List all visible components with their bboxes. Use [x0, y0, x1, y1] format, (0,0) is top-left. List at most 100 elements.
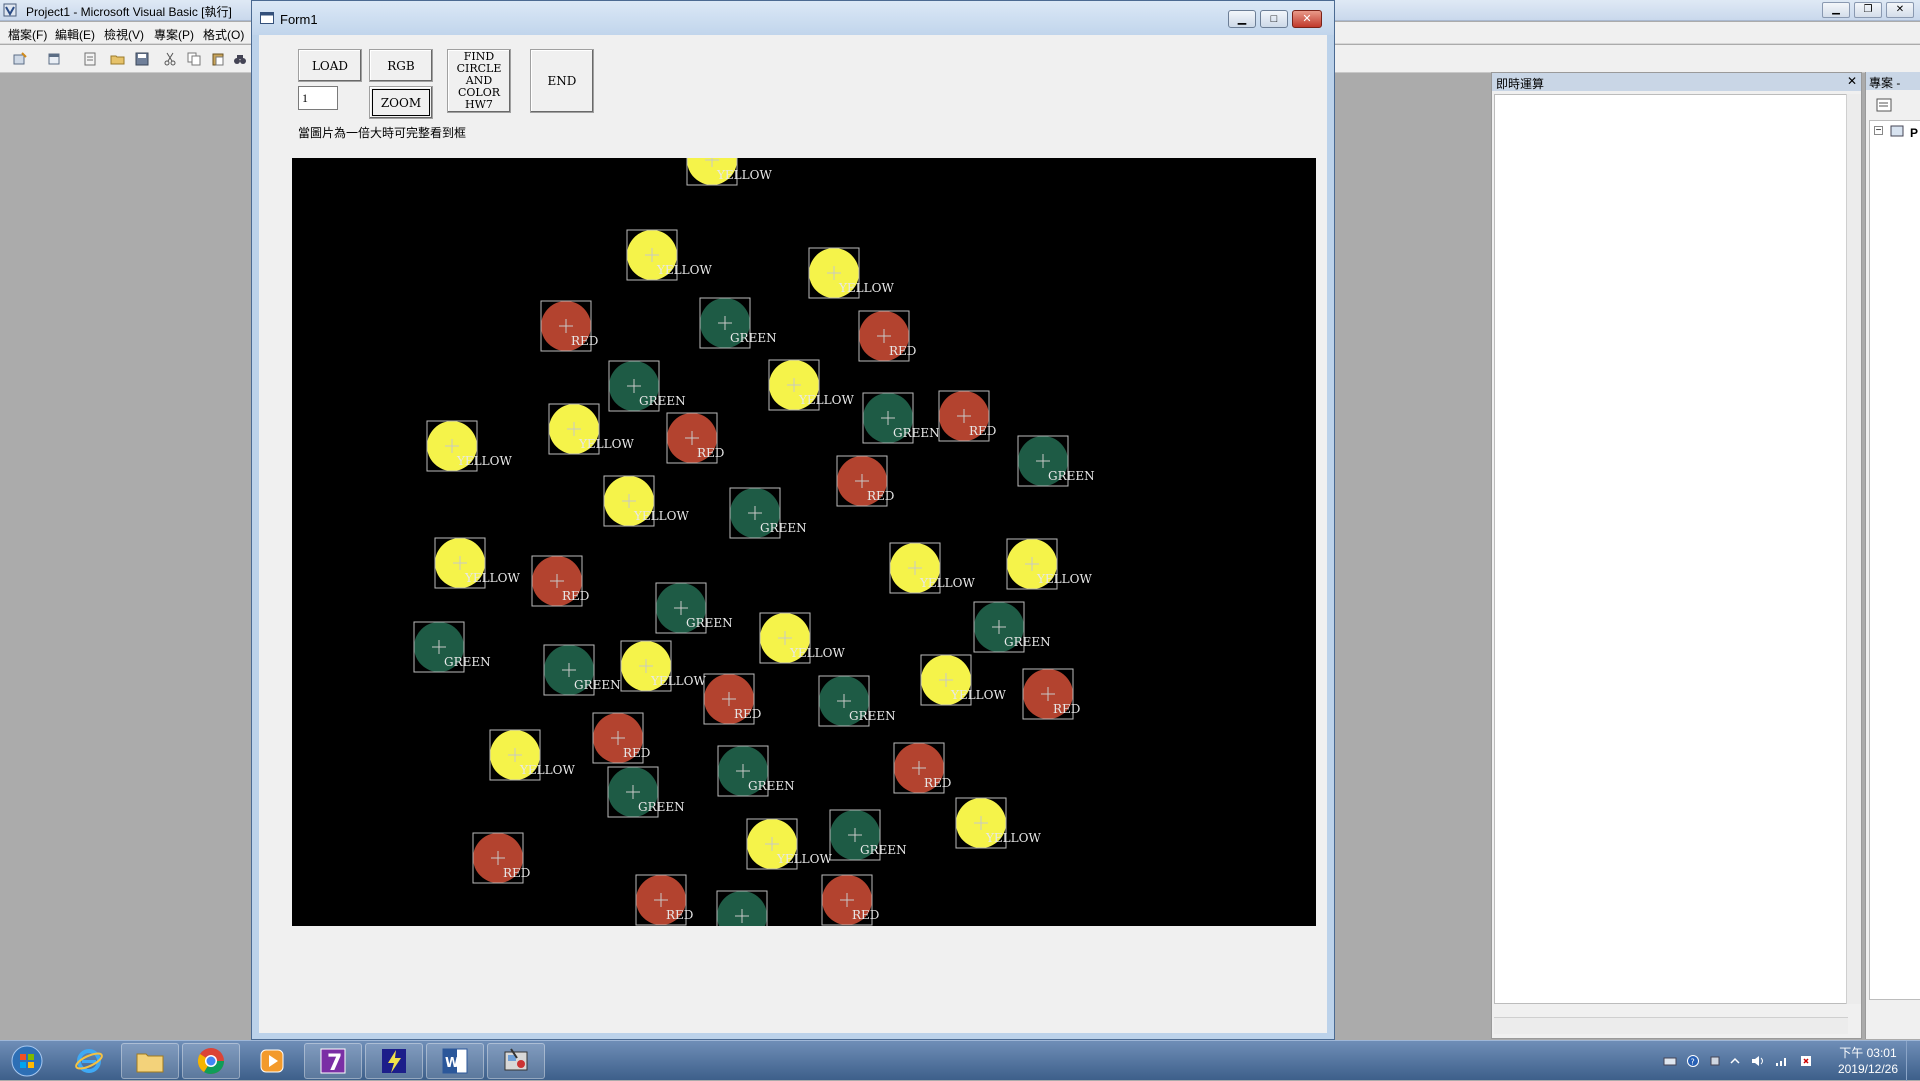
- help-tray-icon[interactable]: ?: [1686, 1055, 1700, 1067]
- detected-circle: GREEN: [717, 745, 795, 797]
- find-icon[interactable]: [232, 51, 248, 67]
- load-button[interactable]: LOAD: [298, 49, 362, 82]
- circle-color-label: RED: [852, 908, 879, 922]
- visual-basic-taskbar-icon: [504, 1048, 528, 1071]
- circle-color-label: YELLOW: [578, 437, 634, 451]
- system-clock[interactable]: 下午 03:01 2019/12/26: [1838, 1045, 1898, 1077]
- close-button[interactable]: ✕: [1886, 2, 1914, 18]
- menu-project[interactable]: 專案(P): [154, 26, 194, 43]
- menu-format[interactable]: 格式(O): [203, 26, 244, 43]
- show-hidden-icons[interactable]: [1728, 1055, 1742, 1067]
- detected-circle: YELLOW: [489, 729, 575, 781]
- tree-collapse-icon[interactable]: −: [1874, 126, 1883, 136]
- keyboard-tray-icon[interactable]: [1663, 1055, 1677, 1067]
- add-project-icon[interactable]: [12, 51, 28, 67]
- circle-color-label: YELLOW: [519, 763, 575, 777]
- form1-title-bar: Form1 ▁ □ ✕: [252, 1, 1334, 35]
- copy-icon[interactable]: [186, 51, 202, 67]
- project-root-label[interactable]: P: [1910, 126, 1918, 140]
- circle-color-label: YELLOW: [650, 674, 706, 688]
- form-maximize-button[interactable]: □: [1260, 10, 1288, 28]
- detected-circle: RED: [836, 455, 894, 507]
- ide-window-controls: ▁ ❐ ✕: [1822, 2, 1914, 18]
- taskbar-internet-explorer[interactable]: [60, 1043, 118, 1079]
- detected-circle: YELLOW: [759, 612, 845, 664]
- circle-color-label: GREEN: [686, 616, 733, 630]
- zoom-button[interactable]: ZOOM: [369, 86, 433, 119]
- menu-view[interactable]: 檢視(V): [104, 26, 144, 43]
- detected-circle: GREEN: [608, 360, 686, 412]
- circle-color-label: RED: [867, 489, 894, 503]
- volume-icon[interactable]: [1751, 1055, 1765, 1067]
- form-icon: [260, 12, 274, 24]
- taskbar-chrome[interactable]: [182, 1043, 240, 1079]
- immediate-close-icon[interactable]: ✕: [1847, 74, 1857, 88]
- taskbar-7zip[interactable]: 7: [304, 1043, 362, 1079]
- menu-edit[interactable]: 編輯(E): [55, 26, 95, 43]
- circle-color-label: RED: [562, 589, 589, 603]
- taskbar-media-player[interactable]: [243, 1043, 301, 1079]
- show-desktop-button[interactable]: [1906, 1041, 1920, 1081]
- circle-color-label: YELLOW: [776, 852, 832, 866]
- circle-color-label: YELLOW: [789, 646, 845, 660]
- detected-circle: YELLOW: [920, 654, 1006, 706]
- detected-circle: RED: [592, 712, 650, 764]
- detected-circle: YELLOW: [686, 158, 772, 186]
- view-code-icon[interactable]: [1876, 98, 1892, 112]
- detected-circle: GREEN: [729, 487, 807, 539]
- paste-icon[interactable]: [210, 51, 226, 67]
- restore-button[interactable]: ❐: [1854, 2, 1882, 18]
- save-icon[interactable]: [134, 51, 150, 67]
- action-center-icon[interactable]: [1799, 1055, 1813, 1067]
- menu-file[interactable]: 檔案(F): [8, 26, 47, 43]
- network-icon[interactable]: [1775, 1055, 1789, 1067]
- settings-tray-icon[interactable]: [1708, 1055, 1722, 1067]
- immediate-window-text-area[interactable]: [1494, 94, 1848, 1004]
- purple-seven-icon: 7: [320, 1048, 346, 1076]
- minimize-button[interactable]: ▁: [1822, 2, 1850, 18]
- visual-basic-icon: [3, 3, 17, 17]
- taskbar-flash-app[interactable]: [365, 1043, 423, 1079]
- immediate-window-title: 即時運算: [1492, 73, 1861, 91]
- immediate-horizontal-scrollbar[interactable]: [1494, 1017, 1848, 1034]
- circle-color-label: GREEN: [1048, 469, 1095, 483]
- folder-icon: [136, 1053, 164, 1073]
- circle-color-label: YELLOW: [1036, 572, 1092, 586]
- taskbar-visual-basic[interactable]: [487, 1043, 545, 1079]
- detected-circle: GREEN: [543, 644, 621, 696]
- zoom-factor-input[interactable]: [298, 86, 338, 110]
- menu-editor-icon[interactable]: [82, 51, 98, 67]
- detected-circle: RED: [703, 673, 761, 725]
- detected-circle: RED: [858, 310, 916, 362]
- circle-color-label: GREEN: [748, 779, 795, 793]
- immediate-vertical-scrollbar[interactable]: [1846, 94, 1861, 1004]
- circle-color-label: YELLOW: [656, 263, 712, 277]
- circle-color-label: YELLOW: [456, 454, 512, 468]
- detected-circle: GREEN: [1017, 435, 1095, 487]
- circle-color-label: GREEN: [730, 331, 777, 345]
- detected-circle: YELLOW: [1006, 538, 1092, 590]
- add-form-icon[interactable]: [46, 51, 62, 67]
- start-button[interactable]: [0, 1043, 54, 1079]
- end-button[interactable]: END: [530, 49, 594, 113]
- open-folder-icon[interactable]: [110, 51, 126, 67]
- rgb-button[interactable]: RGB: [369, 49, 433, 82]
- svg-text:W: W: [445, 1056, 459, 1071]
- svg-text:?: ?: [1691, 1058, 1695, 1067]
- cut-icon[interactable]: [162, 51, 178, 67]
- form-close-button[interactable]: ✕: [1292, 10, 1322, 28]
- immediate-window: 即時運算 ✕: [1491, 72, 1862, 1039]
- circle-color-label: YELLOW: [464, 571, 520, 585]
- taskbar-file-explorer[interactable]: [121, 1043, 179, 1079]
- circle-color-label: YELLOW: [716, 168, 772, 182]
- find-circle-and-color-button[interactable]: FIND CIRCLE AND COLOR HW7: [447, 49, 511, 113]
- detected-circle: GREEN: [973, 601, 1051, 653]
- circle-color-label: RED: [697, 446, 724, 460]
- detected-circle: GREEN: [862, 392, 940, 444]
- detected-circle: GREEN: [607, 766, 685, 818]
- detected-circles-canvas: YELLOW YELLOW YELLOW RED GREEN RED GREEN YELLOW…: [413, 158, 1095, 926]
- taskbar-word[interactable]: W: [426, 1043, 484, 1079]
- form-minimize-button[interactable]: ▁: [1228, 10, 1256, 28]
- detected-circle: GREEN: [699, 297, 777, 349]
- circle-color-label: RED: [571, 334, 598, 348]
